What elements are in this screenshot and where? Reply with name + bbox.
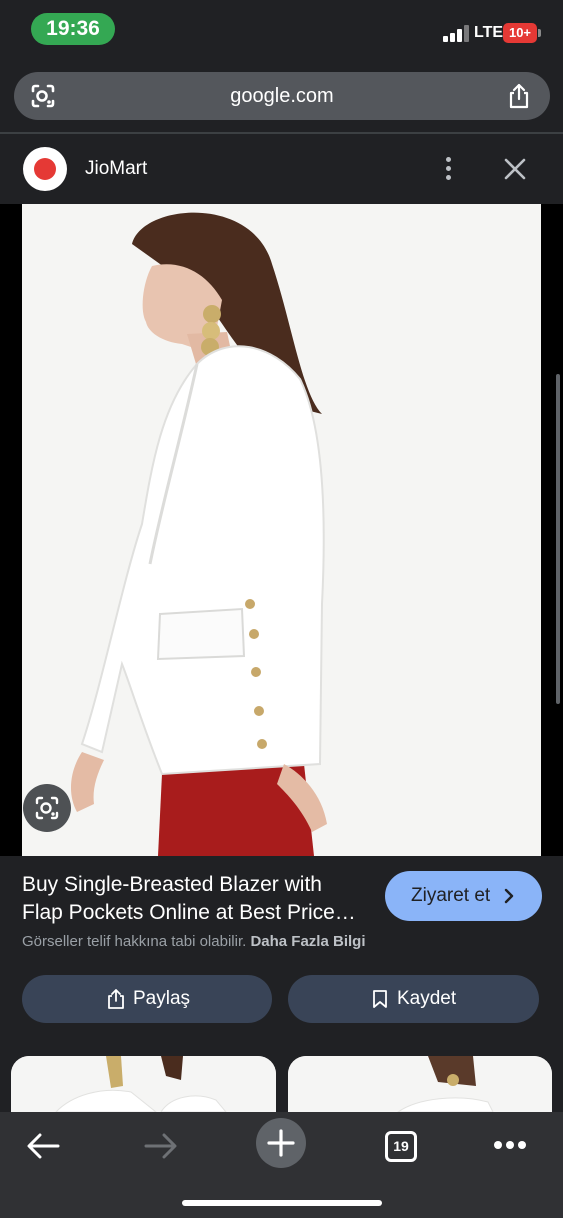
save-label: Kaydet: [397, 988, 457, 1009]
tab-count: 19: [385, 1131, 417, 1162]
site-name[interactable]: JioMart: [85, 158, 147, 180]
product-image[interactable]: [22, 204, 541, 856]
scrollbar[interactable]: [556, 374, 560, 704]
copyright-text: Görseller telif hakkına tabi olabilir.: [22, 933, 247, 950]
share-icon: [106, 988, 126, 1010]
status-time: 19:36: [31, 13, 115, 45]
visit-label: Ziyaret et: [411, 885, 491, 906]
related-image-thumbnail[interactable]: [11, 1056, 276, 1112]
image-container: [0, 204, 563, 856]
tab-switcher-button[interactable]: 19: [377, 1118, 429, 1170]
share-label: Paylaş: [133, 988, 191, 1009]
url-bar[interactable]: google.com: [14, 72, 550, 120]
status-bar: 19:36 LTE 10+: [0, 0, 563, 62]
browser-screen: 19:36 LTE 10+ google.com JioMart Buy Sin…: [0, 0, 563, 1218]
url-domain[interactable]: google.com: [14, 85, 550, 108]
back-arrow-icon[interactable]: [18, 1118, 70, 1170]
home-indicator[interactable]: [182, 1200, 382, 1206]
network-type: LTE: [474, 24, 504, 41]
forward-arrow-icon[interactable]: [136, 1118, 188, 1170]
more-horiz-icon[interactable]: [484, 1118, 536, 1170]
panel-header: JioMart: [0, 134, 563, 204]
share-button[interactable]: Paylaş: [22, 975, 272, 1023]
chevron-right-icon: [503, 888, 515, 904]
visit-button[interactable]: Ziyaret et: [385, 871, 542, 921]
result-title-line1: Buy Single-Breasted Blazer with: [22, 873, 322, 896]
bookmark-icon: [370, 988, 390, 1010]
result-title-line2: Flap Pockets Online at Best Price…: [22, 901, 356, 924]
lens-search-button[interactable]: [23, 784, 71, 832]
battery-icon: 10+: [503, 23, 541, 43]
signal-icon: [443, 24, 469, 42]
plus-icon[interactable]: [256, 1118, 306, 1168]
copyright-notice: Görseller telif hakkına tabi olabilir. D…: [22, 933, 365, 950]
related-image-thumbnail[interactable]: [288, 1056, 552, 1112]
more-info-link[interactable]: Daha Fazla Bilgi: [250, 933, 365, 950]
jiomart-logo: [23, 147, 67, 191]
close-icon[interactable]: [500, 154, 530, 184]
more-vert-icon[interactable]: [438, 154, 460, 184]
save-button[interactable]: Kaydet: [288, 975, 539, 1023]
result-title[interactable]: Buy Single-Breasted Blazer with Flap Poc…: [22, 871, 372, 927]
share-icon[interactable]: [506, 82, 532, 110]
